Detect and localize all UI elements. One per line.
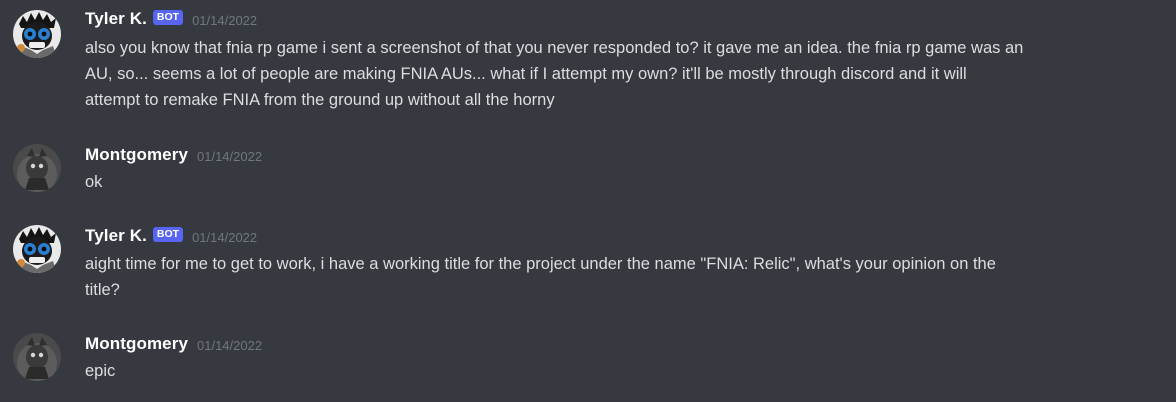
- gray-figure-avatar-icon: [13, 333, 61, 381]
- avatar[interactable]: [13, 144, 61, 192]
- message-list: Tyler K. BOT 01/14/2022 also you know th…: [0, 0, 1176, 402]
- timestamp: 01/14/2022: [192, 12, 258, 28]
- timestamp: 01/14/2022: [192, 229, 258, 245]
- message-content: also you know that fnia rp game i sent a…: [85, 39, 1024, 109]
- avatar[interactable]: [13, 333, 61, 381]
- avatar[interactable]: [13, 225, 61, 273]
- author-name[interactable]: Tyler K.: [85, 226, 147, 246]
- message: Montgomery 01/14/2022 epic: [0, 327, 1176, 397]
- gray-figure-avatar-icon: [13, 144, 61, 192]
- bot-tag: BOT: [152, 226, 184, 242]
- message: Tyler K. BOT 01/14/2022 also you know th…: [0, 0, 1176, 120]
- bot-tag: BOT: [152, 9, 184, 25]
- message-content: aight time for me to get to work, i have…: [85, 255, 996, 299]
- author-name[interactable]: Tyler K.: [85, 9, 147, 29]
- message-header: Montgomery 01/14/2022: [85, 144, 262, 166]
- timestamp: 01/14/2022: [197, 148, 263, 164]
- masked-character-avatar-icon: [13, 225, 61, 273]
- message-header: Tyler K. BOT 01/14/2022: [85, 8, 257, 30]
- message-header: Montgomery 01/14/2022: [85, 333, 262, 355]
- avatar[interactable]: [13, 10, 61, 58]
- message-header: Tyler K. BOT 01/14/2022: [85, 225, 257, 247]
- message-content: epic: [85, 362, 116, 380]
- timestamp: 01/14/2022: [197, 337, 263, 353]
- message-content: ok: [85, 173, 103, 191]
- masked-character-avatar-icon: [13, 10, 61, 58]
- author-name[interactable]: Montgomery: [85, 145, 188, 165]
- author-name[interactable]: Montgomery: [85, 334, 188, 354]
- message: Montgomery 01/14/2022 ok: [0, 138, 1176, 198]
- message: Tyler K. BOT 01/14/2022 aight time for m…: [0, 219, 1176, 309]
